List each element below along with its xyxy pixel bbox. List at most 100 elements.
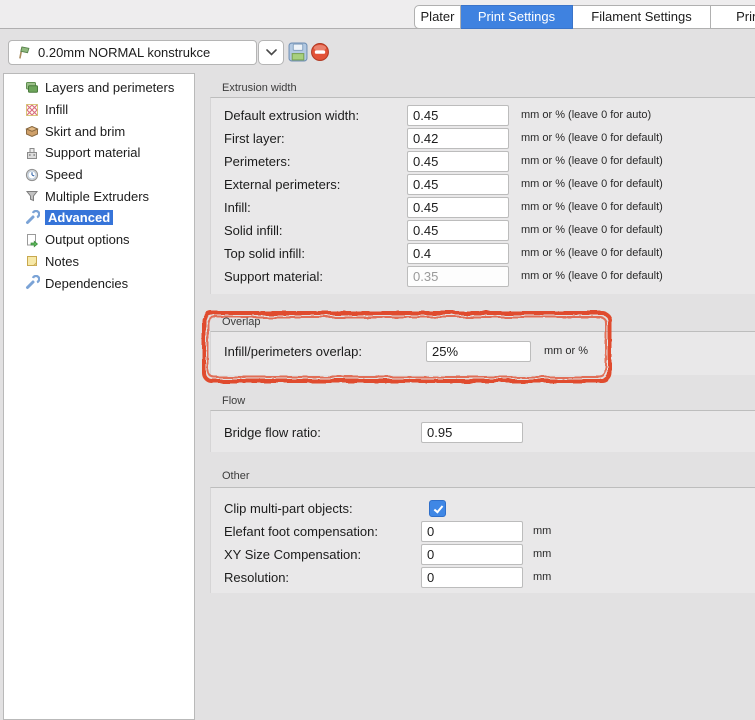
setting-row: External perimeters: mm or % (leave 0 fo…	[211, 173, 755, 196]
setting-label: Clip multi-part objects:	[224, 497, 353, 520]
red-minus-circle-icon	[310, 42, 330, 62]
sidebar-item-infill[interactable]: Infill	[4, 99, 194, 121]
tab-print-settings[interactable]: Print Settings	[461, 5, 573, 29]
setting-row: Support material: mm or % (leave 0 for d…	[211, 265, 755, 288]
unit-hint: mm	[533, 520, 551, 543]
setting-row: Solid infill: mm or % (leave 0 for defau…	[211, 219, 755, 242]
infill-perimeters-overlap-input[interactable]	[426, 341, 531, 362]
setting-label: Support material:	[224, 265, 323, 288]
clip-multipart-checkbox[interactable]	[429, 500, 446, 517]
sidebar-item-label: Output options	[45, 232, 130, 247]
setting-label: Perimeters:	[224, 150, 290, 173]
sidebar-item-notes[interactable]: Notes	[4, 251, 194, 273]
sidebar-item-skirt-and-brim[interactable]: Skirt and brim	[4, 120, 194, 142]
setting-row: Top solid infill: mm or % (leave 0 for d…	[211, 242, 755, 265]
setting-label: Infill/perimeters overlap:	[224, 340, 362, 363]
unit-hint: mm or % (leave 0 for auto)	[521, 104, 651, 127]
unit-hint: mm or % (leave 0 for default)	[521, 127, 663, 150]
setting-row: Elefant foot compensation: mm	[211, 520, 755, 543]
sidebar-item-label: Speed	[45, 167, 83, 182]
unit-hint: mm or % (leave 0 for default)	[521, 150, 663, 173]
resolution-input[interactable]	[421, 567, 523, 588]
sidebar-item-label: Multiple Extruders	[45, 189, 149, 204]
setting-label: Bridge flow ratio:	[224, 421, 321, 444]
setting-label: First layer:	[224, 127, 285, 150]
section-flow: Bridge flow ratio:	[210, 410, 755, 452]
section-title-extrusion-width: Extrusion width	[222, 82, 297, 94]
sidebar-item-label: Notes	[45, 254, 79, 269]
external-perimeters-input[interactable]	[407, 174, 509, 195]
sidebar-item-label: Dependencies	[45, 276, 128, 291]
infill-icon	[24, 102, 40, 118]
infill-input[interactable]	[407, 197, 509, 218]
funnel-icon	[24, 188, 40, 204]
settings-tabs: Plater Print Settings Filament Settings …	[414, 5, 755, 29]
bridge-flow-ratio-input[interactable]	[421, 422, 523, 443]
tab-filament-settings[interactable]: Filament Settings	[573, 5, 711, 29]
tab-printer-settings[interactable]: Printer Settings	[711, 5, 755, 29]
default-extrusion-width-input[interactable]	[407, 105, 509, 126]
save-preset-button[interactable]	[288, 42, 308, 62]
unit-hint: mm or %	[544, 340, 588, 363]
unit-hint: mm or % (leave 0 for default)	[521, 265, 663, 288]
first-layer-input[interactable]	[407, 128, 509, 149]
section-title-other: Other	[222, 470, 250, 482]
top-solid-infill-input[interactable]	[407, 243, 509, 264]
setting-row: Perimeters: mm or % (leave 0 for default…	[211, 150, 755, 173]
setting-row: Bridge flow ratio:	[211, 421, 755, 444]
setting-row: Clip multi-part objects:	[211, 497, 755, 520]
floppy-disk-icon	[288, 42, 308, 62]
section-other: Clip multi-part objects: Elefant foot co…	[210, 487, 755, 593]
wrench-icon	[24, 275, 40, 291]
perimeters-input[interactable]	[407, 151, 509, 172]
sidebar-item-multiple-extruders[interactable]: Multiple Extruders	[4, 185, 194, 207]
section-extrusion-width: Default extrusion width: mm or % (leave …	[210, 97, 755, 294]
chevron-down-icon	[266, 49, 277, 56]
building-icon	[24, 145, 40, 161]
unit-hint: mm	[533, 566, 551, 589]
sidebar-item-speed[interactable]: Speed	[4, 164, 194, 186]
unit-hint: mm or % (leave 0 for default)	[521, 196, 663, 219]
note-icon	[24, 253, 40, 269]
setting-row: Infill: mm or % (leave 0 for default)	[211, 196, 755, 219]
unit-hint: mm or % (leave 0 for default)	[521, 219, 663, 242]
elefant-foot-compensation-input[interactable]	[421, 521, 523, 542]
setting-label: Top solid infill:	[224, 242, 305, 265]
unit-hint: mm	[533, 543, 551, 566]
setting-label: Infill:	[224, 196, 251, 219]
setting-row: Resolution: mm	[211, 566, 755, 589]
sidebar-item-layers-and-perimeters[interactable]: Layers and perimeters	[4, 77, 194, 99]
clock-icon	[24, 167, 40, 183]
sidebar-item-output-options[interactable]: Output options	[4, 229, 194, 251]
setting-label: Resolution:	[224, 566, 289, 589]
sidebar-item-label: Advanced	[45, 210, 113, 225]
page-arrow-icon	[24, 232, 40, 248]
setting-label: Solid infill:	[224, 219, 283, 242]
setting-row: First layer: mm or % (leave 0 for defaul…	[211, 127, 755, 150]
tab-plater[interactable]: Plater	[414, 5, 461, 29]
setting-label: External perimeters:	[224, 173, 340, 196]
sidebar-item-advanced[interactable]: Advanced	[4, 207, 194, 229]
sidebar-item-dependencies[interactable]: Dependencies	[4, 272, 194, 294]
preset-dropdown-button[interactable]	[258, 40, 284, 65]
delete-preset-button[interactable]	[310, 42, 330, 62]
box-icon	[24, 123, 40, 139]
sidebar-item-support-material[interactable]: Support material	[4, 142, 194, 164]
setting-label: Default extrusion width:	[224, 104, 359, 127]
preset-combobox[interactable]: 0.20mm NORMAL konstrukce	[8, 40, 257, 65]
solid-infill-input[interactable]	[407, 220, 509, 241]
settings-category-tree: Layers and perimeters Infill Skirt and b…	[3, 73, 195, 720]
setting-row: XY Size Compensation: mm	[211, 543, 755, 566]
unit-hint: mm or % (leave 0 for default)	[521, 173, 663, 196]
section-title-overlap: Overlap	[222, 316, 261, 328]
setting-row: Default extrusion width: mm or % (leave …	[211, 104, 755, 127]
tab-bar: Plater Print Settings Filament Settings …	[0, 0, 755, 29]
setting-label: Elefant foot compensation:	[224, 520, 378, 543]
setting-label: XY Size Compensation:	[224, 543, 361, 566]
layers-icon	[24, 80, 40, 96]
preset-name: 0.20mm NORMAL konstrukce	[38, 45, 210, 60]
xy-size-compensation-input[interactable]	[421, 544, 523, 565]
sidebar-item-label: Infill	[45, 102, 68, 117]
checkmark-icon	[433, 503, 443, 513]
support-material-input	[407, 266, 509, 287]
